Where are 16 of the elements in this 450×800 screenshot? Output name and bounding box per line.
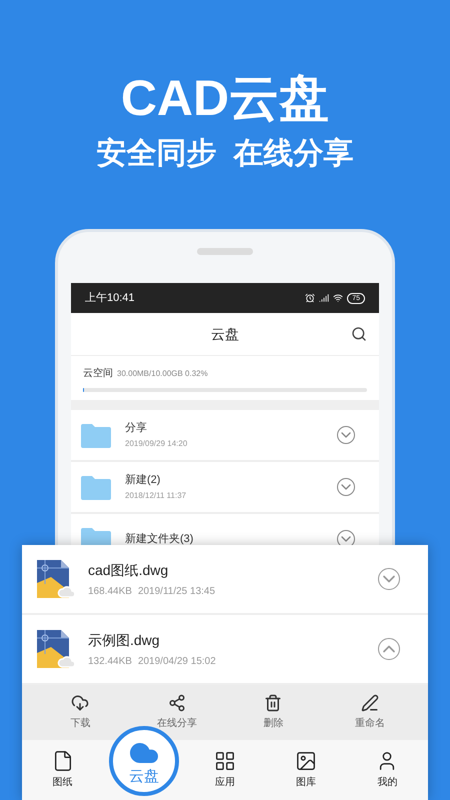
file-size: 132.44KB [88,654,132,668]
status-time: 上午10:41 [85,290,135,306]
folder-name: 分享 [125,420,148,436]
headline-title: CAD云盘 [120,69,330,128]
file-date: 2019/04/29 15:02 [138,654,216,668]
folder-name: 新建(2) [125,472,162,488]
storage-usage: 30.00MB/10.00GB 0.32% [117,368,208,380]
folder-date: 2018/12/11 11:37 [125,490,188,502]
file-size: 168.44KB [88,584,132,598]
folder-name: 新建文件夹(3) [125,532,194,547]
screen-title: 云盘 [211,324,239,344]
headline-subtitle: 安全同步 在线分享 [96,136,354,172]
file-name: 示例图.dwg [88,630,161,650]
file-date: 2019/11/25 13:45 [138,584,216,598]
storage-label: 云空间 [83,366,113,381]
folder-date: 2019/09/29 14:20 [125,438,188,450]
